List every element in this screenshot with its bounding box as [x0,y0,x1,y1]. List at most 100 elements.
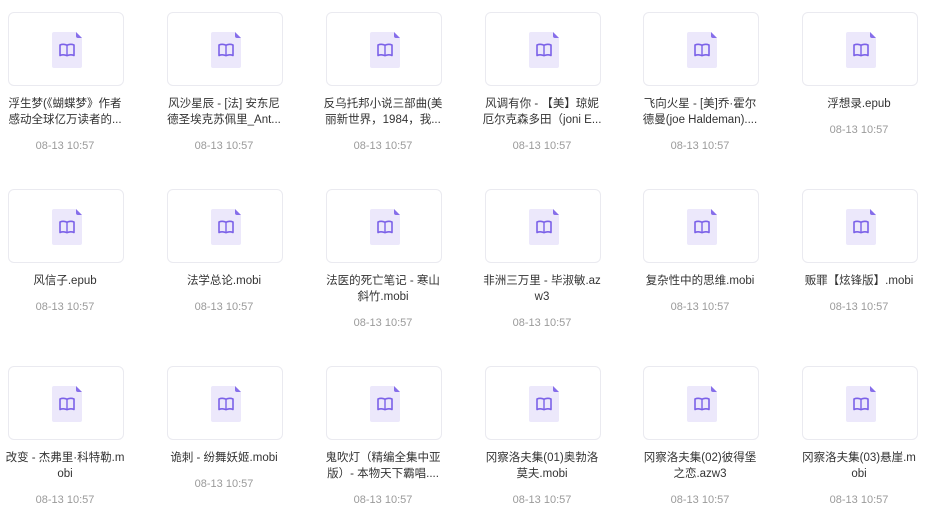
file-name[interactable]: 风沙星辰 - [法] 安东尼 德圣埃克苏佩里_Ant... [159,96,289,128]
file-thumbnail[interactable] [802,189,918,263]
file-card[interactable]: 浮生梦(《蝴蝶梦》作者 感动全球亿万读者的... 08-13 10:57 [0,0,150,170]
file-name-line: 版）- 本物天下霸唱.... [327,468,439,480]
file-name[interactable]: 冈察洛夫集(01)奥勃洛 莫夫.mobi [477,450,607,482]
file-name-line: 风沙星辰 - [法] 安东尼 [168,98,280,110]
file-name[interactable]: 诡刺 - 纷舞妖姬.mobi [159,450,289,466]
file-thumbnail[interactable] [8,189,124,263]
file-modified-time: 08-13 10:57 [829,124,889,136]
file-thumbnail[interactable] [326,189,442,263]
file-name-line: 法学总论.mobi [186,275,262,287]
file-thumbnail[interactable] [643,366,759,440]
file-name[interactable]: 复杂性中的思维.mobi [635,273,765,289]
file-thumbnail[interactable] [643,12,759,86]
file-card[interactable]: 非洲三万里 - 毕淑敏.az w3 08-13 10:57 [477,177,627,347]
file-name-line: 非洲三万里 - 毕淑敏.az [483,275,601,287]
file-grid: 浮生梦(《蝴蝶梦》作者 感动全球亿万读者的... 08-13 10:57 风沙星辰 -… [0,0,928,519]
file-card[interactable]: 改变 - 杰弗里·科特勒.m obi 08-13 10:57 [0,354,150,519]
file-thumbnail[interactable] [643,189,759,263]
file-card[interactable]: 法学总论.mobi 08-13 10:57 [159,177,309,347]
file-card[interactable]: 冈察洛夫集(03)悬崖.m obi 08-13 10:57 [794,354,928,519]
file-card[interactable]: 贩罪【炫锋版】.mobi 08-13 10:57 [794,177,928,347]
file-thumbnail[interactable] [326,12,442,86]
file-name[interactable]: 冈察洛夫集(02)彼得堡 之恋.azw3 [635,450,765,482]
file-name[interactable]: 风调有你 - 【美】琼妮 厄尔克森多田（joni E... [477,96,607,128]
file-card[interactable]: 复杂性中的思维.mobi 08-13 10:57 [635,177,785,347]
file-card[interactable]: 飞向火星 - [美]乔·霍尔 德曼(joe Haldeman).... 08-13 … [635,0,785,170]
file-name-line: 复杂性中的思维.mobi [645,275,755,287]
book-file-icon [529,386,559,422]
file-card[interactable]: 冈察洛夫集(02)彼得堡 之恋.azw3 08-13 10:57 [635,354,785,519]
file-card[interactable]: 鬼吹灯（精编全集中亚 版）- 本物天下霸唱.... 08-13 10:57 [318,354,468,519]
file-thumbnail[interactable] [802,366,918,440]
file-modified-time: 08-13 10:57 [353,140,413,152]
book-file-icon [52,386,82,422]
file-name-line: 厄尔克森多田（joni E... [482,114,602,126]
file-card[interactable]: 风沙星辰 - [法] 安东尼 德圣埃克苏佩里_Ant... 08-13 10:57 [159,0,309,170]
file-name-line: 冈察洛夫集(01)奥勃洛 [485,452,599,464]
file-modified-time: 08-13 10:57 [35,301,95,313]
file-name-line: 改变 - 杰弗里·科特勒.m [5,452,125,464]
file-thumbnail[interactable] [8,12,124,86]
file-name[interactable]: 贩罪【炫锋版】.mobi [794,273,924,289]
file-card[interactable]: 冈察洛夫集(01)奥勃洛 莫夫.mobi 08-13 10:57 [477,354,627,519]
file-name-line: 丽新世界，1984，我... [325,114,441,126]
file-card[interactable]: 风调有你 - 【美】琼妮 厄尔克森多田（joni E... 08-13 10:57 [477,0,627,170]
book-file-icon [370,32,400,68]
file-card[interactable]: 浮想录.epub 08-13 10:57 [794,0,928,170]
file-name-line: 贩罪【炫锋版】.mobi [804,275,914,287]
book-file-icon [846,209,876,245]
book-file-icon [846,32,876,68]
file-modified-time: 08-13 10:57 [353,494,413,506]
book-file-icon [529,32,559,68]
file-name[interactable]: 反乌托邦小说三部曲(美 丽新世界，1984，我... [318,96,448,128]
file-name[interactable]: 改变 - 杰弗里·科特勒.m obi [0,450,130,482]
file-thumbnail[interactable] [167,12,283,86]
file-name[interactable]: 冈察洛夫集(03)悬崖.m obi [794,450,924,482]
file-name[interactable]: 非洲三万里 - 毕淑敏.az w3 [477,273,607,305]
book-file-icon [687,386,717,422]
file-name-line: 法医的死亡笔记 - 寒山 [326,275,440,287]
file-thumbnail[interactable] [485,366,601,440]
file-name-line: 诡刺 - 纷舞妖姬.mobi [170,452,278,464]
book-file-icon [52,32,82,68]
file-name-line: 莫夫.mobi [516,468,568,480]
file-thumbnail[interactable] [8,366,124,440]
file-name[interactable]: 鬼吹灯（精编全集中亚 版）- 本物天下霸唱.... [318,450,448,482]
file-name[interactable]: 浮生梦(《蝴蝶梦》作者 感动全球亿万读者的... [0,96,130,128]
file-card[interactable]: 风信子.epub 08-13 10:57 [0,177,150,347]
file-thumbnail[interactable] [167,189,283,263]
file-modified-time: 08-13 10:57 [829,301,889,313]
file-thumbnail[interactable] [485,12,601,86]
file-modified-time: 08-13 10:57 [670,140,730,152]
file-name-line: 风信子.epub [33,275,97,287]
file-thumbnail[interactable] [485,189,601,263]
file-modified-time: 08-13 10:57 [670,301,730,313]
file-thumbnail[interactable] [167,366,283,440]
file-modified-time: 08-13 10:57 [194,301,254,313]
book-file-icon [370,386,400,422]
file-name-line: 鬼吹灯（精编全集中亚 [325,452,441,464]
file-name[interactable]: 飞向火星 - [美]乔·霍尔 德曼(joe Haldeman).... [635,96,765,128]
file-name-line: 德曼(joe Haldeman).... [642,114,758,126]
book-file-icon [687,209,717,245]
file-modified-time: 08-13 10:57 [670,494,730,506]
book-file-icon [52,209,82,245]
file-card[interactable]: 法医的死亡笔记 - 寒山 斜竹.mobi 08-13 10:57 [318,177,468,347]
file-card[interactable]: 反乌托邦小说三部曲(美 丽新世界，1984，我... 08-13 10:57 [318,0,468,170]
file-modified-time: 08-13 10:57 [35,494,95,506]
file-modified-time: 08-13 10:57 [829,494,889,506]
book-file-icon [846,386,876,422]
file-thumbnail[interactable] [326,366,442,440]
file-name[interactable]: 法医的死亡笔记 - 寒山 斜竹.mobi [318,273,448,305]
file-modified-time: 08-13 10:57 [353,317,413,329]
file-name-line: obi [851,468,867,480]
file-name-line: w3 [534,291,550,303]
file-name-line: 德圣埃克苏佩里_Ant... [167,114,281,126]
file-name[interactable]: 法学总论.mobi [159,273,289,289]
file-name[interactable]: 风信子.epub [0,273,130,289]
book-file-icon [211,386,241,422]
file-name[interactable]: 浮想录.epub [794,96,924,112]
file-thumbnail[interactable] [802,12,918,86]
file-modified-time: 08-13 10:57 [35,140,95,152]
file-card[interactable]: 诡刺 - 纷舞妖姬.mobi 08-13 10:57 [159,354,309,519]
